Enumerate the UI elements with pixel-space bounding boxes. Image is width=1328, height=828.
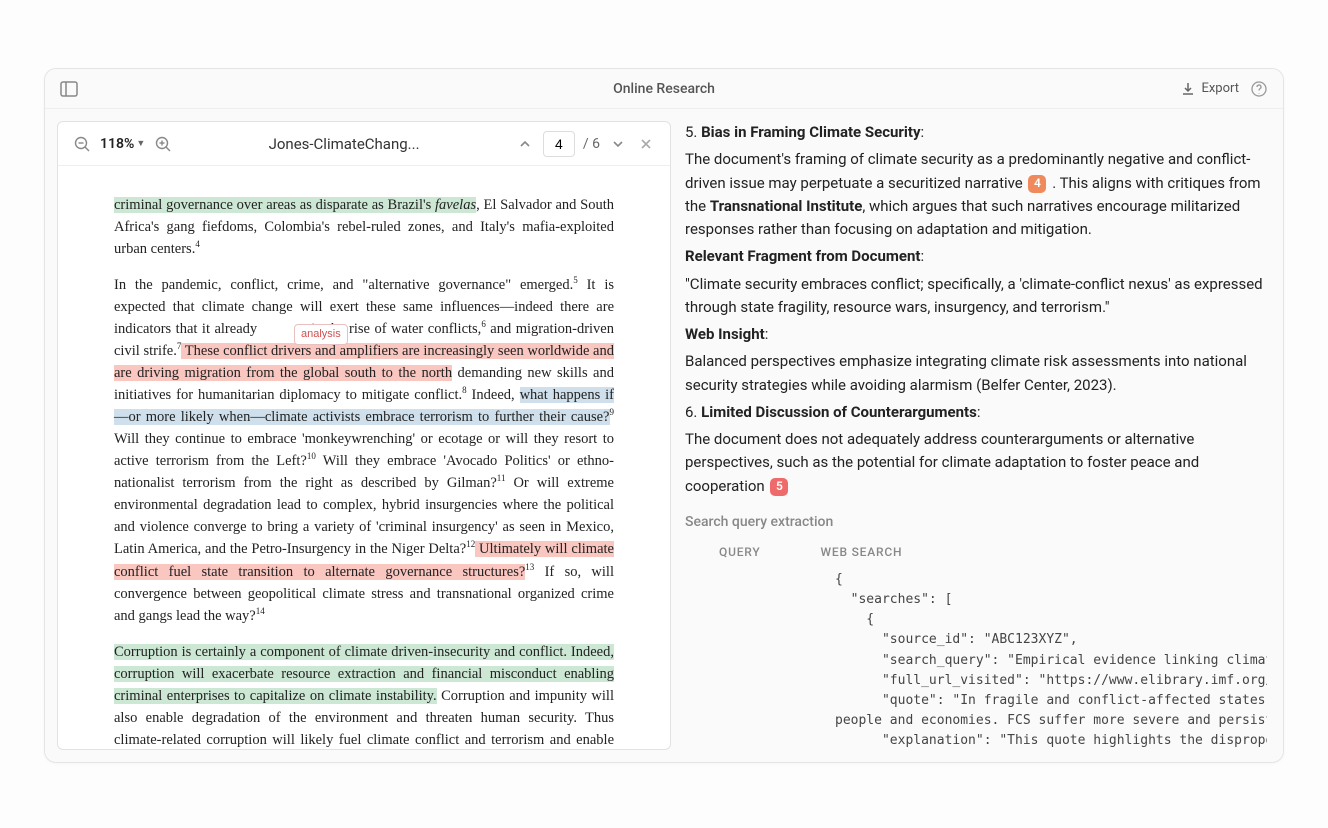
app-title: Online Research [613,81,715,97]
zoom-out-icon[interactable] [72,134,92,154]
zoom-in-icon[interactable] [153,134,173,154]
doc-paragraph: Corruption is certainly a component of c… [114,641,614,749]
content-area: 118%▼ Jones-ClimateChang... / 6 [45,109,1283,762]
pdf-page-content: criminal governance over areas as dispar… [58,166,670,749]
page-input[interactable] [543,131,575,157]
citation-badge[interactable]: 4 [1028,175,1046,193]
doc-paragraph: In the pandemic, conflict, crime, and "a… [114,274,614,627]
json-output: { "searches": [ { "source_id": "ABC123XY… [685,570,1267,750]
sidebar-toggle-icon[interactable] [59,79,79,99]
next-page-icon[interactable] [608,134,628,154]
pdf-pane: 118%▼ Jones-ClimateChang... / 6 [57,121,671,750]
app-window: Online Research Export [44,68,1284,763]
research-item-heading: 5. Bias in Framing Climate Security: [685,121,1267,144]
research-item-heading: 6. Limited Discussion of Counterargument… [685,401,1267,424]
page-total: / 6 [583,136,600,152]
export-button[interactable]: Export [1181,81,1239,96]
research-item-body: The document's framing of climate securi… [685,148,1267,241]
web-insight-label: Web Insight: [685,323,1267,346]
web-insight-text: Balanced perspectives emphasize integrat… [685,350,1267,397]
tab-query[interactable]: QUERY [719,543,761,562]
pdf-filename: Jones-ClimateChang... [183,135,505,153]
prev-page-icon[interactable] [515,134,535,154]
query-tabs: QUERY WEB SEARCH [685,543,1267,562]
titlebar: Online Research Export [45,69,1283,109]
close-pdf-icon[interactable] [636,134,656,154]
help-icon[interactable] [1249,79,1269,99]
tab-web-search[interactable]: WEB SEARCH [821,543,903,562]
research-item-body: The document does not adequately address… [685,428,1267,498]
zoom-level[interactable]: 118%▼ [100,136,145,152]
doc-paragraph: criminal governance over areas as dispar… [114,194,614,260]
pdf-toolbar: 118%▼ Jones-ClimateChang... / 6 [58,122,670,166]
relevant-fragment-text: "Climate security embraces conflict; spe… [685,273,1267,320]
export-label: Export [1201,81,1239,96]
citation-badge[interactable]: 5 [770,478,788,496]
section-heading: Search query extraction [685,512,1267,534]
relevant-fragment-label: Relevant Fragment from Document: [685,245,1267,268]
annotation-tag[interactable]: analysis [294,324,348,345]
research-pane: 5. Bias in Framing Climate Security: The… [685,121,1271,750]
